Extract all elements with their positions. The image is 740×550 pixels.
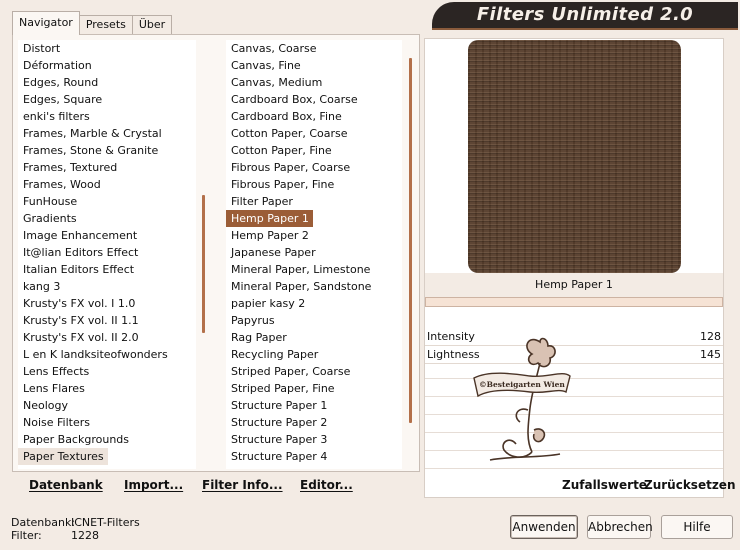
tab-navigator[interactable]: Navigator xyxy=(12,11,80,35)
watermark-text: ©Besteigarten Wien xyxy=(479,380,565,389)
param-label: Intensity xyxy=(427,330,475,343)
category-list-item[interactable]: Edges, Round xyxy=(18,74,196,91)
category-list-item[interactable]: FunHouse xyxy=(18,193,196,210)
category-list-item[interactable]: kang 3 xyxy=(18,278,196,295)
category-list-item[interactable]: Frames, Wood xyxy=(18,176,196,193)
param-value[interactable]: 145 xyxy=(700,346,721,364)
filter-list-item[interactable]: Papyrus xyxy=(226,312,402,329)
filter-list-item[interactable]: Cardboard Box, Fine xyxy=(226,108,402,125)
filter-list-item[interactable]: Canvas, Fine xyxy=(226,57,402,74)
tab-presets[interactable]: Presets xyxy=(78,15,133,35)
preview-image xyxy=(468,40,681,273)
param-value[interactable]: 128 xyxy=(700,328,721,346)
filter-list-item[interactable]: Mineral Paper, Limestone xyxy=(226,261,402,278)
category-list-item[interactable]: L en K landksiteofwonders xyxy=(18,346,196,363)
filter-list-item[interactable]: Mineral Paper, Sandstone xyxy=(226,278,402,295)
category-list-item[interactable]: Paper Textures xyxy=(18,448,108,465)
category-list-item[interactable]: Edges, Square xyxy=(18,91,196,108)
filter-list-item[interactable]: Structure Paper 4 xyxy=(226,448,402,465)
category-list-item[interactable]: Gradients xyxy=(18,210,196,227)
app-title-banner: Filters Unlimited 2.0 xyxy=(432,2,738,28)
tab-bar: Navigator Presets Über xyxy=(12,11,173,35)
filter-list-item[interactable]: Cotton Paper, Coarse xyxy=(226,125,402,142)
preview-filter-name: Hemp Paper 1 xyxy=(425,273,723,297)
category-list-item[interactable]: Déformation xyxy=(18,57,196,74)
category-list-item[interactable]: Frames, Textured xyxy=(18,159,196,176)
category-list-item[interactable]: enki's filters xyxy=(18,108,196,125)
category-list-item[interactable]: Image Enhancement xyxy=(18,227,196,244)
status-filter-value: 1228 xyxy=(71,529,99,542)
status-database-value: ICNET-Filters xyxy=(71,516,140,529)
filter-list-item[interactable]: Hemp Paper 2 xyxy=(226,227,402,244)
watermark-logo: ©Besteigarten Wien xyxy=(473,337,571,461)
reset-button[interactable]: Zurücksetzen xyxy=(644,472,735,498)
category-list-item[interactable]: Krusty's FX vol. I 1.0 xyxy=(18,295,196,312)
filter-list-item[interactable]: Filter Paper xyxy=(226,193,402,210)
category-list[interactable]: Distort Déformation Edges, Round Edges, Squ… xyxy=(18,40,196,469)
filter-list-item[interactable]: Japanese Paper xyxy=(226,244,402,261)
category-list-item[interactable]: Noise Filters xyxy=(18,414,196,431)
filter-list-item[interactable]: Hemp Paper 1 xyxy=(226,210,313,227)
random-values-button[interactable]: Zufallswerte xyxy=(562,472,647,498)
filter-list-item[interactable]: Fibrous Paper, Coarse xyxy=(226,159,402,176)
filter-list-item[interactable]: Cotton Paper, Fine xyxy=(226,142,402,159)
status-filter-label: Filter: xyxy=(11,529,42,542)
tab-about[interactable]: Über xyxy=(131,15,173,35)
category-list-item[interactable]: Krusty's FX vol. II 1.1 xyxy=(18,312,196,329)
category-scrollbar[interactable] xyxy=(202,195,205,333)
filter-list-item[interactable]: Structure Paper 3 xyxy=(226,431,402,448)
filter-list-item[interactable]: Striped Paper, Coarse xyxy=(226,363,402,380)
filter-list-item[interactable]: Rag Paper xyxy=(226,329,402,346)
filter-list[interactable]: Canvas, Coarse Canvas, Fine Canvas, Medium… xyxy=(226,40,402,469)
database-button[interactable]: Datenbank xyxy=(29,472,103,498)
category-list-item[interactable]: Krusty's FX vol. II 2.0 xyxy=(18,329,196,346)
category-list-item[interactable]: Lens Effects xyxy=(18,363,196,380)
filter-list-item[interactable]: Striped Paper, Fine xyxy=(226,380,402,397)
filter-list-item[interactable]: Fibrous Paper, Fine xyxy=(226,176,402,193)
category-list-item[interactable]: It@lian Editors Effect xyxy=(18,244,196,261)
filter-info-button[interactable]: Filter Info... xyxy=(202,472,283,498)
category-list-item[interactable]: Lens Flares xyxy=(18,380,196,397)
preview-progress-bar xyxy=(425,297,723,307)
apply-button[interactable]: Anwenden xyxy=(510,515,578,539)
import-button[interactable]: Import... xyxy=(124,472,183,498)
help-button[interactable]: Hilfe xyxy=(661,515,733,539)
editor-button[interactable]: Editor... xyxy=(300,472,353,498)
cancel-button[interactable]: Abbrechen xyxy=(587,515,653,539)
filter-list-item[interactable]: papier kasy 2 xyxy=(226,295,402,312)
filter-list-item[interactable]: Canvas, Coarse xyxy=(226,40,402,57)
filter-list-item[interactable]: Recycling Paper xyxy=(226,346,402,363)
filter-list-item[interactable]: Cardboard Box, Coarse xyxy=(226,91,402,108)
filter-scrollbar[interactable] xyxy=(409,58,412,423)
category-list-item[interactable]: Distort xyxy=(18,40,196,57)
category-list-item[interactable]: Frames, Stone & Granite xyxy=(18,142,196,159)
category-list-item[interactable]: Neology xyxy=(18,397,196,414)
category-list-item[interactable]: Paper Backgrounds xyxy=(18,431,196,448)
banner-underline xyxy=(432,28,738,30)
category-list-item[interactable]: Frames, Marble & Crystal xyxy=(18,125,196,142)
status-database-label: Datenbank: xyxy=(11,516,76,529)
param-slot xyxy=(425,468,723,469)
navigator-button-row: Datenbank Import... Filter Info... Edito… xyxy=(12,472,420,498)
filter-list-item[interactable]: Structure Paper 2 xyxy=(226,414,402,431)
category-list-item[interactable]: Italian Editors Effect xyxy=(18,261,196,278)
filter-list-item[interactable]: Canvas, Medium xyxy=(226,74,402,91)
filter-list-item[interactable]: Structure Paper 1 xyxy=(226,397,402,414)
